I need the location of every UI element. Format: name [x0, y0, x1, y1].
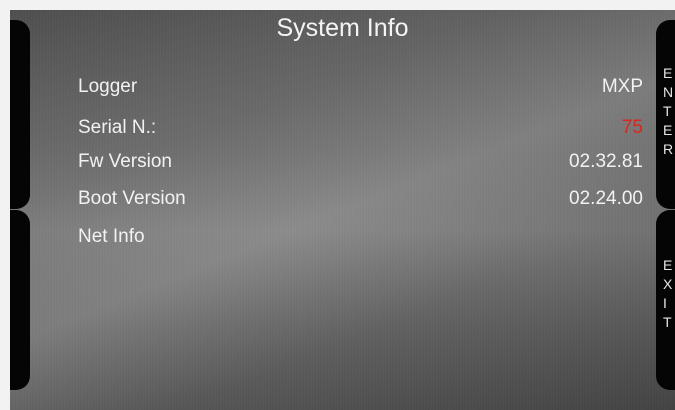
device-screen: System Info E N T E R E X I T Logger MXP… [10, 10, 675, 410]
serial-label: Serial N.: [78, 117, 157, 138]
boot-version-value: 02.24.00 [569, 188, 643, 209]
exit-letter: I [663, 295, 667, 311]
left-top-softkey[interactable] [10, 20, 30, 209]
serial-value: 75 [621, 117, 643, 138]
enter-letter: T [663, 103, 672, 119]
info-row-fw-version[interactable]: Fw Version 02.32.81 [78, 151, 643, 177]
logger-label: Logger [78, 76, 138, 97]
info-row-serial[interactable]: Serial N.: 75 [78, 117, 643, 143]
enter-letter: E [663, 65, 673, 81]
info-row-logger[interactable]: Logger MXP [78, 76, 643, 102]
left-bottom-softkey[interactable] [10, 210, 30, 390]
enter-letter: E [663, 122, 673, 138]
exit-letter: X [663, 276, 673, 292]
exit-softkey-label: E X I T [663, 256, 675, 332]
boot-version-label: Boot Version [78, 188, 186, 209]
enter-letter: R [663, 141, 674, 157]
info-row-boot-version[interactable]: Boot Version 02.24.00 [78, 188, 643, 214]
exit-letter: T [663, 314, 672, 330]
enter-softkey[interactable]: E N T E R [656, 20, 675, 209]
info-row-net-info[interactable]: Net Info [78, 226, 643, 252]
fw-version-value: 02.32.81 [569, 151, 643, 172]
exit-letter: E [663, 257, 673, 273]
exit-softkey[interactable]: E X I T [656, 210, 675, 390]
logger-value: MXP [601, 76, 643, 97]
enter-letter: N [663, 84, 674, 100]
screen-title: System Info [276, 14, 409, 42]
net-info-label: Net Info [78, 226, 145, 247]
fw-version-label: Fw Version [78, 151, 172, 172]
enter-softkey-label: E N T E R [663, 64, 675, 159]
